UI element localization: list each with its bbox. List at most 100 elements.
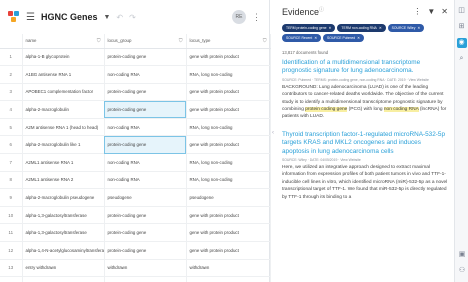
locus-group-cell[interactable]: protein-coding gene — [104, 206, 187, 225]
row-number-cell[interactable]: 2 — [0, 65, 23, 84]
locus-group-cell[interactable]: pseudogene — [104, 188, 187, 207]
chip-remove-icon[interactable]: ✕ — [417, 26, 420, 30]
table-row[interactable]: 3 APOBEC1 complementation factor protein-c… — [0, 83, 271, 102]
row-number-cell[interactable]: 1 — [0, 48, 23, 67]
table-row[interactable]: 9 alpha-2-macroglobulin pseudogene pseudog… — [0, 188, 271, 207]
filter-chip[interactable]: TERM protein-coding gene ✕ — [282, 24, 336, 32]
locus-group-cell[interactable]: non-coding RNA — [104, 65, 187, 84]
locus-group-cell[interactable]: protein-coding gene — [104, 223, 187, 243]
row-number-cell[interactable]: 11 — [0, 223, 23, 243]
name-cell[interactable]: APOBEC1 complementation factor — [22, 83, 105, 102]
locus-group-cell[interactable]: non-coding RNA — [104, 118, 187, 137]
filter-chip[interactable]: TERM non-coding RNA ✕ — [337, 24, 386, 32]
name-cell[interactable]: alpha-1,4-N-acetylglucosaminyltransferas… — [22, 241, 105, 260]
name-cell[interactable]: alpha-2-macroglobulin pseudogene — [22, 188, 105, 207]
grid-icon[interactable]: ⊞ — [457, 22, 467, 32]
search-icon[interactable]: ⌕ — [457, 54, 467, 64]
locus-type-cell[interactable]: gene with protein product — [186, 100, 271, 119]
table-row[interactable]: 5 A2M antisense RNA 1 (head to head) non-c… — [0, 118, 271, 137]
table-row[interactable]: 10 alpha-1,3-galactosyltransferase protein… — [0, 206, 271, 225]
name-cell[interactable]: A2ML1 antisense RNA 2 — [22, 171, 105, 190]
menu-icon[interactable]: ☰ — [26, 12, 35, 23]
table-title[interactable]: HGNC Genes — [41, 12, 98, 22]
table-row[interactable]: 14entry withdrawnwithdrawnwithdrawn — [0, 276, 271, 282]
locus-type-cell[interactable]: withdrawn — [186, 259, 271, 278]
column-header-locus-group[interactable]: locus_group ⛉ — [104, 34, 187, 49]
chip-remove-icon[interactable]: ✕ — [379, 26, 382, 30]
filter-chip[interactable]: SOURCE Wiley ✕ — [387, 24, 425, 32]
name-cell[interactable]: alpha-1,3-galactosyltransferase — [22, 206, 105, 225]
name-cell[interactable]: A1BG antisense RNA 1 — [22, 65, 105, 84]
name-cell[interactable]: entry withdrawn — [22, 259, 105, 278]
table-row[interactable]: 7 A2ML1 antisense RNA 1 non-coding RNA RNA,… — [0, 153, 271, 172]
row-number-cell[interactable]: 13 — [0, 259, 23, 278]
avatar[interactable]: RE — [232, 10, 246, 24]
row-number-cell[interactable]: 6 — [0, 135, 23, 155]
table-row[interactable]: 8 A2ML1 antisense RNA 2 non-coding RNA RNA,… — [0, 171, 271, 190]
locus-type-cell[interactable]: withdrawn — [186, 276, 271, 282]
name-cell[interactable]: alpha-2-macroglobulin like 1 — [22, 135, 105, 155]
locus-group-cell[interactable]: protein-coding gene — [104, 83, 187, 102]
name-cell[interactable]: entry withdrawn — [22, 276, 105, 282]
row-number-cell[interactable]: 14 — [0, 276, 23, 282]
name-cell[interactable]: A2ML1 antisense RNA 1 — [22, 153, 105, 172]
row-number-cell[interactable]: 12 — [0, 241, 23, 260]
column-header-locus-type[interactable]: locus_type ⛉ — [186, 34, 271, 49]
locus-type-cell[interactable]: RNA, long non-coding — [186, 153, 271, 172]
undo-icon[interactable]: ↶ — [116, 13, 123, 22]
filter-chip[interactable]: SOURCE Recent ✕ — [282, 34, 322, 42]
table-row[interactable]: 6 alpha-2-macroglobulin like 1 protein-cod… — [0, 135, 271, 155]
locus-type-cell[interactable]: RNA, long non-coding — [186, 171, 271, 190]
filter-icon[interactable]: ⛉ — [179, 38, 183, 44]
locus-type-cell[interactable]: gene with protein product — [186, 135, 271, 155]
database-icon[interactable]: ◫ — [457, 6, 467, 16]
table-row[interactable]: 11 alpha-1,3-galactosyltransferase protein… — [0, 223, 271, 243]
locus-type-cell[interactable]: RNA, long non-coding — [186, 65, 271, 84]
redo-icon[interactable]: ↷ — [129, 13, 136, 22]
more-options-icon[interactable]: ⋮ — [413, 7, 421, 16]
locus-group-cell[interactable]: protein-coding gene — [104, 100, 187, 119]
locus-type-cell[interactable]: pseudogene — [186, 188, 271, 207]
name-cell[interactable]: alpha-2-macroglobulin — [22, 100, 105, 119]
article-title-link[interactable]: Thyroid transcription factor-1-regulated… — [282, 131, 448, 156]
locus-group-cell[interactable]: protein-coding gene — [104, 135, 187, 155]
evidence-icon[interactable]: ◉ — [456, 38, 467, 48]
locus-type-cell[interactable]: gene with protein product — [186, 206, 271, 225]
row-number-cell[interactable]: 7 — [0, 153, 23, 172]
table-row[interactable]: 1 alpha-1-B glycoprotein protein-coding ge… — [0, 48, 271, 67]
row-number-cell[interactable]: 5 — [0, 118, 23, 137]
locus-group-cell[interactable]: protein-coding gene — [104, 48, 187, 67]
locus-type-cell[interactable]: gene with protein product — [186, 241, 271, 260]
chip-remove-icon[interactable]: ✕ — [329, 26, 332, 30]
filter-icon[interactable]: ⛉ — [97, 38, 101, 44]
table-row[interactable]: 13 entry withdrawn withdrawn withdrawn — [0, 259, 271, 278]
more-options-icon[interactable]: ⋮ — [252, 12, 261, 23]
name-cell[interactable]: A2M antisense RNA 1 (head to head) — [22, 118, 105, 137]
name-cell[interactable]: alpha-1-B glycoprotein — [22, 48, 105, 67]
name-cell[interactable]: alpha-1,3-galactosyltransferase — [22, 223, 105, 243]
locus-type-cell[interactable]: gene with protein product — [186, 83, 271, 102]
article-title-link[interactable]: Identification of a multidimensional tra… — [282, 59, 448, 76]
table-row[interactable]: 4 alpha-2-macroglobulin protein-coding gen… — [0, 100, 271, 119]
row-number-cell[interactable]: 10 — [0, 206, 23, 225]
save-icon[interactable]: ▣ — [457, 250, 467, 260]
row-number-cell[interactable]: 8 — [0, 171, 23, 190]
chevron-down-icon[interactable]: ▼ — [103, 14, 110, 21]
close-icon[interactable]: ✕ — [441, 7, 448, 16]
row-number-cell[interactable]: 9 — [0, 188, 23, 207]
locus-group-cell[interactable]: withdrawn — [104, 276, 187, 282]
row-number-cell[interactable]: 3 — [0, 83, 23, 102]
table-row[interactable]: 2 A1BG antisense RNA 1 non-coding RNA RNA, … — [0, 65, 271, 84]
locus-type-cell[interactable]: RNA, long non-coding — [186, 118, 271, 137]
locus-group-cell[interactable]: withdrawn — [104, 259, 187, 278]
filter-icon[interactable]: ▼ — [427, 7, 435, 16]
column-header-name[interactable]: name ⛉ — [22, 34, 105, 49]
chip-remove-icon[interactable]: ✕ — [314, 36, 317, 40]
user-icon[interactable]: ⚇ — [457, 266, 467, 276]
locus-group-cell[interactable]: non-coding RNA — [104, 171, 187, 190]
row-number-cell[interactable]: 4 — [0, 100, 23, 119]
locus-group-cell[interactable]: non-coding RNA — [104, 153, 187, 172]
locus-group-cell[interactable]: protein-coding gene — [104, 241, 187, 260]
table-row[interactable]: 12 alpha-1,4-N-acetylglucosaminyltransfer… — [0, 241, 271, 260]
chip-remove-icon[interactable]: ✕ — [357, 36, 360, 40]
